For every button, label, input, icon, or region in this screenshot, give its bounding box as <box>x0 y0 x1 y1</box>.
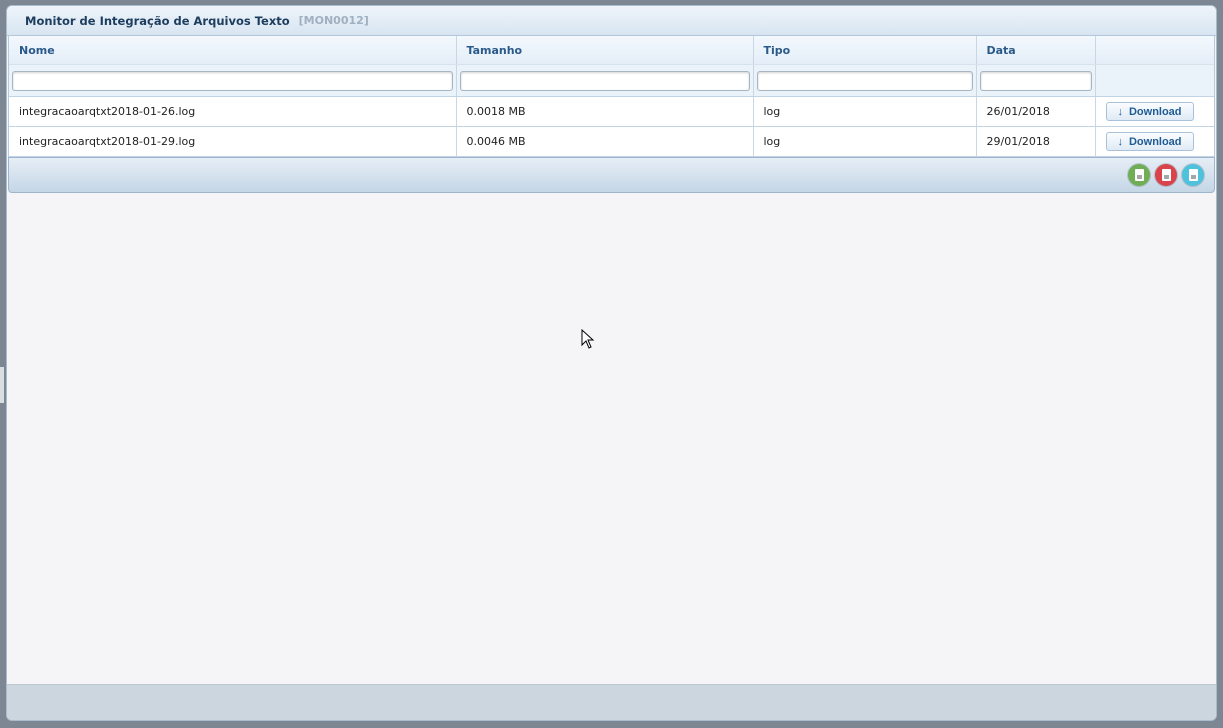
cell-tipo: log <box>753 126 977 157</box>
cell-tamanho: 0.0018 MB <box>456 96 754 127</box>
column-header-nome[interactable]: Nome <box>9 36 457 65</box>
table-row[interactable]: integracaoarqtxt2018-01-29.log 0.0046 MB… <box>9 126 1214 157</box>
cell-tamanho: 0.0046 MB <box>456 126 754 157</box>
grid-filter-row <box>9 64 1214 97</box>
cell-data: 26/01/2018 <box>976 96 1096 127</box>
download-button[interactable]: ↓ Download <box>1105 132 1194 151</box>
mouse-cursor-icon <box>581 329 595 349</box>
filter-tipo-input[interactable] <box>756 70 973 91</box>
export-excel-icon[interactable] <box>1128 164 1150 186</box>
window-status-bar <box>7 684 1216 720</box>
filter-data-input[interactable] <box>979 70 1092 91</box>
files-grid: Nome Tamanho Tipo Data integracaoarqtxt2… <box>8 36 1215 157</box>
cell-tipo: log <box>753 96 977 127</box>
download-arrow-icon: ↓ <box>1117 135 1123 148</box>
download-arrow-icon: ↓ <box>1117 105 1123 118</box>
window-code: [MON0012] <box>298 14 369 27</box>
monitor-window: Monitor de Integração de Arquivos Texto … <box>6 5 1217 721</box>
table-row[interactable]: integracaoarqtxt2018-01-26.log 0.0018 MB… <box>9 96 1214 127</box>
grid-header-row: Nome Tamanho Tipo Data <box>9 36 1214 65</box>
export-pdf-icon[interactable] <box>1155 164 1177 186</box>
download-label: Download <box>1128 135 1182 148</box>
grid-footer-toolbar <box>8 157 1215 193</box>
download-label: Download <box>1128 105 1182 118</box>
filter-nome-input[interactable] <box>12 70 453 91</box>
filter-tamanho-input[interactable] <box>459 70 750 91</box>
download-button[interactable]: ↓ Download <box>1105 102 1194 121</box>
column-header-tamanho[interactable]: Tamanho <box>456 36 754 65</box>
cell-nome: integracaoarqtxt2018-01-29.log <box>9 126 457 157</box>
column-header-data[interactable]: Data <box>976 36 1096 65</box>
window-title: Monitor de Integração de Arquivos Texto <box>25 13 290 28</box>
sidebar-collapse-handle[interactable] <box>0 366 5 404</box>
column-header-tipo[interactable]: Tipo <box>753 36 977 65</box>
column-header-actions <box>1095 36 1214 65</box>
cell-nome: integracaoarqtxt2018-01-26.log <box>9 96 457 127</box>
window-titlebar: Monitor de Integração de Arquivos Texto … <box>7 6 1216 36</box>
cell-data: 29/01/2018 <box>976 126 1096 157</box>
export-csv-icon[interactable] <box>1182 164 1204 186</box>
